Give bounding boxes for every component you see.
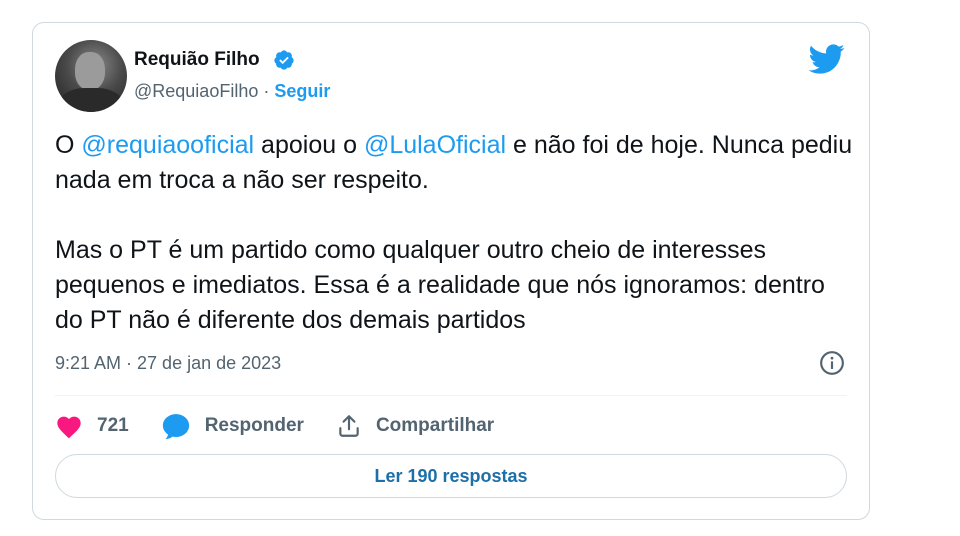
follow-button[interactable]: Seguir <box>274 81 330 101</box>
read-replies-button[interactable]: Ler 190 respostas <box>55 454 847 498</box>
tweet-timestamp[interactable]: 9:21 AM · 27 de jan de 2023 <box>55 353 281 374</box>
separator: · <box>258 81 275 101</box>
mention-requiaooficial[interactable]: @requiaooficial <box>81 131 254 159</box>
like-count: 721 <box>97 415 129 436</box>
handle-row: @RequiaoFilho · Seguir <box>134 81 330 102</box>
tweet-paragraph-1: O @requiaooficial apoiou o @LulaOficial … <box>55 131 853 194</box>
heart-icon <box>57 416 81 439</box>
reply-button[interactable]: Responder <box>161 412 304 440</box>
reply-bubble-icon <box>162 414 189 439</box>
mention-lulaoficial[interactable]: @LulaOficial <box>364 131 506 159</box>
divider <box>55 395 847 396</box>
author-handle[interactable]: @RequiaoFilho <box>134 81 258 101</box>
share-label: Compartilhar <box>375 415 495 436</box>
reply-label: Responder <box>204 415 304 436</box>
avatar[interactable] <box>55 40 127 112</box>
action-bar: 721 Responder Compartilhar <box>55 411 526 441</box>
like-button[interactable]: 721 <box>55 413 129 439</box>
tweet-text: O @requiaooficial apoiou o @LulaOficial … <box>55 128 855 338</box>
author-name[interactable]: Requião Filho <box>134 49 260 71</box>
info-icon[interactable] <box>819 350 845 376</box>
verified-badge-icon <box>274 50 294 70</box>
twitter-bird-icon[interactable] <box>807 43 845 75</box>
tweet-card: Requião Filho @RequiaoFilho · Seguir O @… <box>32 22 870 520</box>
tweet-paragraph-2: Mas o PT é um partido como qualquer outr… <box>55 236 825 334</box>
share-icon <box>339 415 359 437</box>
share-button[interactable]: Compartilhar <box>336 413 494 439</box>
